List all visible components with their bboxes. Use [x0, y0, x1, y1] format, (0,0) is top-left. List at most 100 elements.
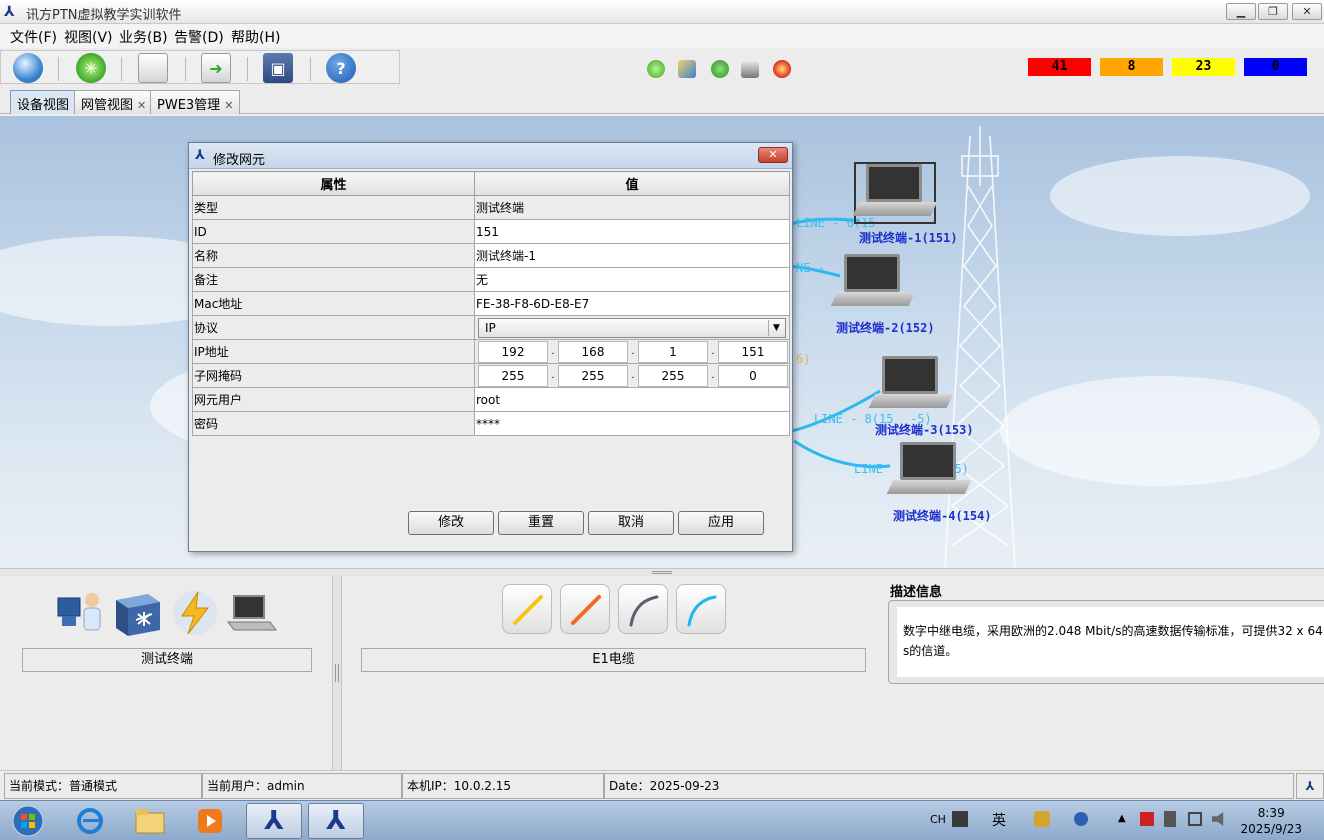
app-logo-icon: ⅄ [1296, 773, 1324, 799]
alarm-siren-icon[interactable] [773, 60, 791, 78]
menu-view[interactable]: 视图(V) [64, 27, 113, 47]
ie-browser-icon[interactable] [62, 803, 118, 839]
description-line: 数字中继电缆，采用欧洲的2.048 Mbit/s的高速数据传输标准，可提供32 … [903, 624, 1324, 638]
mask-octet-field[interactable]: 255 [478, 364, 548, 387]
row-key: 子网掩码 [192, 363, 475, 388]
tray-language[interactable]: CH [930, 813, 946, 826]
settings-icon[interactable] [1034, 811, 1050, 827]
vertical-splitter[interactable] [332, 576, 342, 770]
menu-alarm[interactable]: 告警(D) [174, 27, 224, 47]
satellite-icon[interactable] [678, 60, 696, 78]
mask-octet-field[interactable]: 255 [558, 364, 628, 387]
ne-user-field[interactable]: root [474, 387, 790, 412]
open-folder-icon[interactable] [138, 53, 168, 83]
action-center-icon[interactable] [1140, 812, 1154, 826]
fiber-cable-button[interactable] [676, 584, 726, 634]
add-icon[interactable] [647, 60, 665, 78]
system-clock[interactable]: 8:39 2025/9/23 [1240, 805, 1302, 837]
operator-terminal-icon[interactable] [54, 586, 108, 640]
network-icon[interactable] [1188, 812, 1202, 826]
horizontal-splitter[interactable] [0, 568, 1324, 576]
menu-help[interactable]: 帮助(H) [231, 27, 280, 47]
property-table: 属性 值 类型 测试终端 ID 151 名称 测试终端-1 备注 无 Mac地址… [192, 171, 790, 436]
ip-octet-field[interactable]: 168 [558, 340, 628, 363]
password-field[interactable]: **** [474, 411, 790, 436]
splitter-grip[interactable] [335, 664, 339, 682]
show-hidden-icons[interactable]: ▲ [1118, 813, 1126, 824]
tab-pwe3[interactable]: PWE3管理 ✕ [150, 90, 241, 114]
switch-device-icon[interactable] [110, 586, 164, 640]
help-tray-icon[interactable] [1074, 812, 1088, 826]
mask-octet-field[interactable]: 255 [638, 364, 708, 387]
tab-label: 网管视图 [81, 98, 134, 113]
node-label-terminal-1[interactable]: 测试终端-1(151) [859, 229, 958, 246]
reset-button[interactable]: 重置 [498, 511, 584, 535]
cancel-button[interactable]: 取消 [588, 511, 674, 535]
menu-file[interactable]: 文件(F) [10, 27, 57, 47]
dialog-title-bar[interactable]: ⅄ 修改网元 ✕ [189, 143, 792, 169]
dialog-close-button[interactable]: ✕ [758, 147, 788, 163]
discover-icon[interactable]: ✳ [76, 53, 106, 83]
save-icon[interactable]: ▣ [263, 53, 293, 83]
gray-cable-button[interactable] [618, 584, 668, 634]
e1-cable-button[interactable] [502, 584, 552, 634]
warning-alarm-count[interactable]: 0 [1244, 58, 1307, 76]
node-label-terminal-2[interactable]: 测试终端-2(152) [836, 319, 935, 336]
orange-cable-button[interactable] [560, 584, 610, 634]
test-terminal-3-icon[interactable] [868, 356, 954, 414]
minor-alarm-count[interactable]: 23 [1172, 58, 1235, 76]
lightning-cable-icon[interactable] [168, 586, 222, 640]
major-alarm-count[interactable]: 8 [1100, 58, 1163, 76]
play-icon[interactable] [711, 60, 729, 78]
note-field[interactable]: 无 [474, 267, 790, 292]
name-field[interactable]: 测试终端-1 [474, 243, 790, 268]
column-header-value[interactable]: 值 [474, 171, 790, 196]
test-terminal-1-icon[interactable] [852, 162, 938, 224]
network-topology-icon[interactable] [741, 60, 759, 78]
mac-field[interactable]: FE-38-F8-6D-E8-E7 [474, 291, 790, 316]
chevron-down-icon[interactable]: ▼ [768, 319, 784, 336]
tab-device-view[interactable]: 设备视图 [10, 90, 77, 114]
splitter-grip[interactable] [652, 571, 672, 574]
link-label[interactable]: LINE [854, 462, 883, 476]
file-explorer-icon[interactable] [122, 803, 178, 839]
globe-icon[interactable] [13, 53, 43, 83]
tab-close-icon[interactable]: ✕ [224, 99, 233, 112]
row-key: 协议 [192, 315, 475, 340]
table-header-row: 属性 值 [192, 171, 790, 196]
ip-octet-field[interactable]: 192 [478, 340, 548, 363]
ime-mode[interactable]: 英 [992, 810, 1006, 830]
id-field[interactable]: 151 [474, 219, 790, 244]
table-row: 类型 测试终端 [192, 195, 790, 220]
maximize-button[interactable]: ❐ [1258, 3, 1288, 20]
apply-button[interactable]: 应用 [678, 511, 764, 535]
ime-icon[interactable] [952, 811, 968, 827]
menu-service[interactable]: 业务(B) [119, 27, 168, 47]
volume-muted-icon[interactable] [1212, 812, 1224, 826]
test-terminal-2-icon[interactable] [830, 254, 916, 312]
media-player-icon[interactable] [182, 803, 238, 839]
node-label-terminal-4[interactable]: 测试终端-4(154) [893, 507, 992, 524]
modify-button[interactable]: 修改 [408, 511, 494, 535]
laptop-terminal-icon[interactable] [224, 586, 278, 640]
link-label[interactable]: NE - [796, 261, 825, 275]
import-icon[interactable]: ➜ [201, 53, 231, 83]
device-icon[interactable] [1164, 811, 1176, 827]
critical-alarm-count[interactable]: 41 [1028, 58, 1091, 76]
help-icon[interactable]: ? [326, 53, 356, 83]
node-label-terminal-3[interactable]: 测试终端-3(153) [875, 421, 974, 438]
link-label[interactable]: 6) [796, 352, 810, 366]
start-button[interactable] [0, 803, 56, 839]
tab-close-icon[interactable]: ✕ [137, 99, 146, 112]
mask-octet-field[interactable]: 0 [718, 364, 788, 387]
ptn-app-task-2[interactable]: ⅄ [308, 803, 364, 839]
close-window-button[interactable]: ✕ [1292, 3, 1322, 20]
ip-octet-field[interactable]: 151 [718, 340, 788, 363]
test-terminal-4-icon[interactable] [886, 442, 972, 500]
protocol-select[interactable]: IP ▼ [478, 317, 786, 338]
ip-octet-field[interactable]: 1 [638, 340, 708, 363]
tab-nms-view[interactable]: 网管视图 ✕ [74, 90, 154, 114]
column-header-property[interactable]: 属性 [192, 171, 475, 196]
ptn-app-task-1[interactable]: ⅄ [246, 803, 302, 839]
minimize-button[interactable]: ▁ [1226, 3, 1256, 20]
